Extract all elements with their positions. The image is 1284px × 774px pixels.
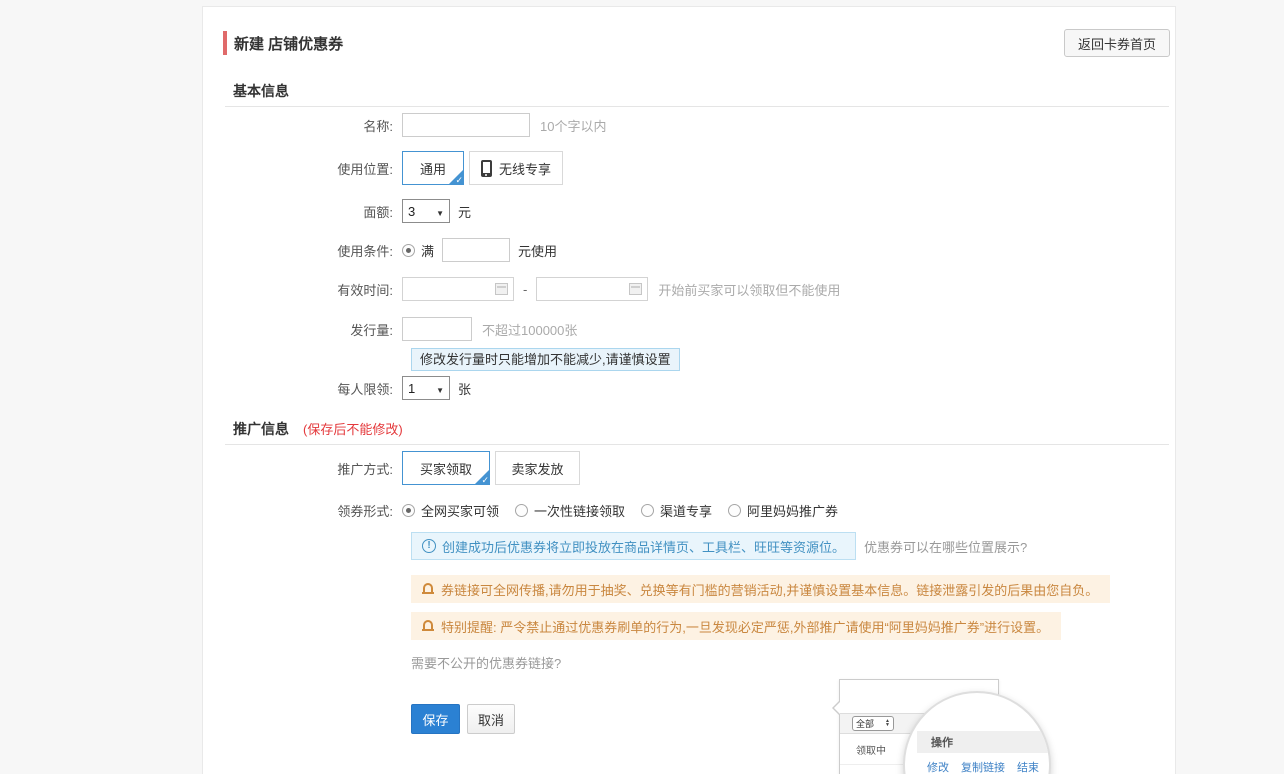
option-general-label: 通用 — [420, 159, 446, 178]
valid-time-hint: 开始前买家可以领取但不能使用 — [658, 280, 840, 299]
amount-selected-value: 3 — [408, 204, 415, 219]
magnifier-link-copy: 复制链接 — [961, 759, 1005, 774]
info-icon — [422, 539, 436, 553]
claim-radio-onetime-link[interactable] — [515, 504, 528, 517]
condition-suffix: 元使用 — [518, 241, 557, 260]
claim-radio-all-buyers-label: 全网买家可领 — [421, 501, 499, 520]
popup-arrow — [832, 700, 840, 716]
date-range-separator: - — [523, 282, 527, 297]
magnifier-link-end: 结束 — [1017, 759, 1039, 774]
amount-select[interactable]: 3 — [402, 199, 450, 223]
section-title-basic: 基本信息 — [233, 81, 289, 101]
condition-radio[interactable] — [402, 244, 415, 257]
claim-radio-all-buyers[interactable] — [402, 504, 415, 517]
title-accent-bar — [223, 31, 227, 55]
condition-label: 使用条件: — [203, 241, 402, 260]
row-name: 名称: 10个字以内 — [203, 113, 606, 137]
claim-radio-channel-exclusive[interactable] — [641, 504, 654, 517]
up-down-arrows-icon — [885, 720, 890, 727]
row-promo-method: 推广方式: 买家领取 卖家发放 — [203, 451, 580, 485]
chevron-down-icon — [436, 204, 444, 219]
limit-select[interactable]: 1 — [402, 376, 450, 400]
option-wireless-label: 无线专享 — [499, 159, 551, 178]
limit-selected-value: 1 — [408, 381, 415, 396]
selected-check-icon — [474, 469, 490, 485]
mobile-phone-icon — [481, 160, 492, 177]
option-buyer-claim[interactable]: 买家领取 — [402, 451, 490, 485]
warning-special-box: 特别提醒: 严令禁止通过优惠券刷单的行为,一旦发现必定严惩,外部推广请使用“阿里… — [411, 612, 1061, 640]
cancel-button[interactable]: 取消 — [467, 704, 515, 734]
row-warning-link: 券链接可全网传播,请勿用于抽奖、兑换等有门槛的营销活动,并谨慎设置基本信息。链接… — [411, 575, 1110, 603]
page: 新建 店铺优惠券 返回卡券首页 基本信息 名称: 10个字以内 使用位置: 通用… — [0, 0, 1284, 774]
row-per-person-limit: 每人限领: 1 张 — [203, 376, 471, 400]
claim-radio-onetime-link-label: 一次性链接领取 — [534, 501, 625, 520]
limit-unit: 张 — [458, 379, 471, 398]
save-button[interactable]: 保存 — [411, 704, 460, 734]
claim-radio-alimama-label: 阿里妈妈推广券 — [747, 501, 838, 520]
row-condition: 使用条件: 满 元使用 — [203, 238, 557, 262]
back-to-coupon-home-button[interactable]: 返回卡券首页 — [1064, 29, 1170, 57]
option-seller-issue-label: 卖家发放 — [511, 459, 563, 478]
claim-radio-channel-exclusive-label: 渠道专享 — [660, 501, 712, 520]
row-issue-quantity: 发行量: 不超过100000张 — [203, 317, 577, 341]
coupon-create-panel: 新建 店铺优惠券 返回卡券首页 基本信息 名称: 10个字以内 使用位置: 通用… — [202, 6, 1176, 774]
option-buyer-claim-label: 买家领取 — [420, 459, 472, 478]
warning-link-text: 券链接可全网传播,请勿用于抽奖、兑换等有门槛的营销活动,并谨慎设置基本信息。链接… — [441, 580, 1098, 599]
start-date-input[interactable] — [402, 277, 514, 301]
magnifier-links: 修改 复制链接 结束 — [927, 759, 1039, 774]
preview-row-claiming: 领取中 — [856, 742, 886, 757]
chevron-down-icon — [436, 381, 444, 396]
row-actions: 保存 取消 — [411, 704, 515, 734]
issue-quantity-input[interactable] — [402, 317, 472, 341]
condition-radio-label: 满 — [421, 241, 434, 260]
claim-radio-alimama[interactable] — [728, 504, 741, 517]
valid-time-label: 有效时间: — [203, 280, 402, 299]
promo-title-text: 推广信息 — [233, 421, 289, 437]
amount-label: 面额: — [203, 202, 402, 221]
option-seller-issue[interactable]: 卖家发放 — [495, 451, 580, 485]
calendar-icon — [629, 283, 642, 295]
limit-label: 每人限领: — [203, 379, 402, 398]
issue-quantity-note: 修改发行量时只能增加不能减少,请谨慎设置 — [411, 348, 680, 371]
section-title-promo: 推广信息 (保存后不能修改) — [233, 419, 403, 439]
warning-special-text: 特别提醒: 严令禁止通过优惠券刷单的行为,一旦发现必定严惩,外部推广请使用“阿里… — [441, 617, 1049, 636]
name-hint: 10个字以内 — [540, 116, 606, 135]
name-label: 名称: — [203, 116, 402, 135]
bell-icon — [423, 583, 433, 592]
selected-check-icon — [448, 169, 464, 185]
placement-tip-text: 创建成功后优惠券将立即投放在商品详情页、工具栏、旺旺等资源位。 — [442, 537, 845, 556]
issue-quantity-label: 发行量: — [203, 320, 402, 339]
condition-amount-input[interactable] — [442, 238, 510, 262]
claim-type-label: 领券形式: — [203, 501, 402, 520]
row-claim-type: 领券形式: 全网买家可领 一次性链接领取 渠道专享 阿里妈妈推广券 — [203, 502, 838, 518]
warning-link-box: 券链接可全网传播,请勿用于抽奖、兑换等有门槛的营销活动,并谨慎设置基本信息。链接… — [411, 575, 1110, 603]
row-usage-position: 使用位置: 通用 无线专享 — [203, 151, 563, 185]
end-date-input[interactable] — [536, 277, 648, 301]
preview-filter-value: 全部 — [856, 717, 874, 730]
usage-position-label: 使用位置: — [203, 159, 402, 178]
magnifier-ops-header: 操作 — [917, 731, 1051, 753]
option-wireless-only[interactable]: 无线专享 — [469, 151, 563, 185]
option-general[interactable]: 通用 — [402, 151, 464, 185]
row-amount: 面额: 3 元 — [203, 199, 471, 223]
private-link-question[interactable]: 需要不公开的优惠券链接? — [411, 653, 561, 672]
issue-quantity-hint: 不超过100000张 — [482, 320, 577, 339]
bell-icon — [423, 620, 433, 629]
page-header: 新建 店铺优惠券 返回卡券首页 — [203, 29, 1175, 63]
calendar-icon — [495, 283, 508, 295]
placement-question-link[interactable]: 优惠券可以在哪些位置展示? — [864, 537, 1027, 556]
row-valid-time: 有效时间: - 开始前买家可以领取但不能使用 — [203, 277, 840, 301]
preview-filter-select: 全部 — [852, 716, 894, 731]
promo-immutable-note: (保存后不能修改) — [303, 422, 403, 437]
page-title: 新建 店铺优惠券 — [234, 33, 343, 54]
row-warning-special: 特别提醒: 严令禁止通过优惠券刷单的行为,一旦发现必定严惩,外部推广请使用“阿里… — [411, 612, 1061, 640]
promo-method-label: 推广方式: — [203, 459, 402, 478]
placement-tip-box: 创建成功后优惠券将立即投放在商品详情页、工具栏、旺旺等资源位。 — [411, 532, 856, 560]
divider — [225, 444, 1169, 445]
magnifier-link-modify: 修改 — [927, 759, 949, 774]
row-placement-tip: 创建成功后优惠券将立即投放在商品详情页、工具栏、旺旺等资源位。 优惠券可以在哪些… — [411, 532, 1027, 560]
amount-unit: 元 — [458, 202, 471, 221]
name-input[interactable] — [402, 113, 530, 137]
divider — [225, 106, 1169, 107]
